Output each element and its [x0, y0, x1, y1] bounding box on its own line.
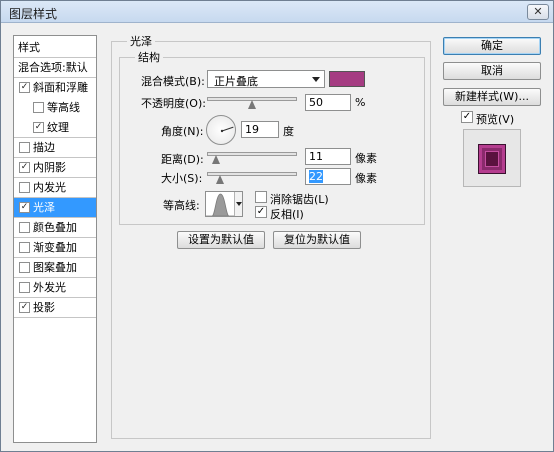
cancel-button[interactable]: 取消 — [443, 62, 541, 80]
satin-group-title: 光泽 — [127, 33, 155, 49]
size-input[interactable]: 22 — [305, 168, 351, 185]
dialog-title: 图层样式 — [9, 7, 58, 21]
angle-dial-graphic — [220, 126, 234, 133]
contour-dropdown-arrow[interactable] — [234, 192, 242, 216]
style-item-inner-shadow[interactable]: ✓ 内阴影 — [14, 158, 96, 177]
color-overlay-label: 颜色叠加 — [33, 221, 77, 234]
style-item-gradient-overlay[interactable]: 渐变叠加 — [14, 238, 96, 257]
style-item-color-overlay[interactable]: 颜色叠加 — [14, 218, 96, 237]
contour-curve-icon — [206, 193, 235, 216]
style-item-satin[interactable]: ✓ 光泽 — [14, 198, 96, 217]
style-preview-thumbnail — [463, 129, 521, 187]
opacity-label: 不透明度(O): — [141, 97, 206, 110]
style-item-contour[interactable]: 等高线 — [14, 98, 96, 117]
drop-shadow-checkbox[interactable]: ✓ — [19, 302, 30, 313]
style-item-drop-shadow[interactable]: ✓ 投影 — [14, 298, 96, 317]
layer-style-dialog: 图层样式 ✕ 样式 混合选项:默认 ✓ 斜面和浮雕 等高线 ✓ 纹理 描边 ✓ … — [0, 0, 554, 452]
structure-group-title: 结构 — [135, 49, 163, 65]
satin-color-swatch[interactable] — [329, 71, 365, 87]
style-item-bevel-emboss[interactable]: ✓ 斜面和浮雕 — [14, 78, 96, 97]
invert-label: 反相(I) — [270, 208, 304, 221]
satin-label: 光泽 — [33, 201, 55, 214]
new-style-button[interactable]: 新建样式(W)... — [443, 88, 541, 106]
style-item-stroke[interactable]: 描边 — [14, 138, 96, 157]
preview-label: 预览(V) — [476, 113, 515, 126]
preview-shape — [478, 144, 506, 174]
style-item-texture[interactable]: ✓ 纹理 — [14, 118, 96, 137]
angle-label: 角度(N): — [161, 125, 204, 138]
angle-input[interactable]: 19 — [241, 121, 279, 138]
gradient-overlay-checkbox[interactable] — [19, 242, 30, 253]
invert-checkbox[interactable]: ✓ — [255, 206, 267, 218]
close-icon: ✕ — [533, 5, 543, 18]
angle-center-dot — [220, 129, 224, 133]
close-button[interactable]: ✕ — [527, 4, 549, 20]
contour-picker[interactable] — [205, 191, 243, 217]
contour-checkbox[interactable] — [33, 102, 44, 113]
chevron-down-icon — [312, 77, 320, 82]
opacity-unit: % — [355, 96, 366, 109]
blend-mode-select[interactable]: 正片叠底 — [207, 70, 325, 88]
style-item-inner-glow[interactable]: 内发光 — [14, 178, 96, 197]
set-default-button[interactable]: 设置为默认值 — [177, 231, 265, 249]
pattern-overlay-label: 图案叠加 — [33, 261, 77, 274]
blend-mode-label: 混合模式(B): — [141, 75, 205, 88]
inner-glow-label: 内发光 — [33, 181, 66, 194]
distance-label: 距离(D): — [161, 153, 204, 166]
blend-options-item[interactable]: 混合选项:默认 — [14, 58, 96, 77]
inner-shadow-checkbox[interactable]: ✓ — [19, 162, 30, 173]
texture-label: 纹理 — [47, 121, 69, 134]
gradient-overlay-label: 渐变叠加 — [33, 241, 77, 254]
contour-label: 等高线 — [47, 101, 80, 114]
color-overlay-checkbox[interactable] — [19, 222, 30, 233]
stroke-label: 描边 — [33, 141, 55, 154]
texture-checkbox[interactable]: ✓ — [33, 122, 44, 133]
blend-options-label: 混合选项:默认 — [18, 61, 88, 74]
blend-mode-value: 正片叠底 — [214, 75, 258, 88]
list-divider — [14, 317, 96, 318]
style-item-outer-glow[interactable]: 外发光 — [14, 278, 96, 297]
title-bar: 图层样式 ✕ — [1, 1, 553, 23]
distance-unit: 像素 — [355, 152, 377, 165]
size-unit: 像素 — [355, 172, 377, 185]
styles-header[interactable]: 样式 — [14, 38, 96, 57]
pattern-overlay-checkbox[interactable] — [19, 262, 30, 273]
style-item-pattern-overlay[interactable]: 图案叠加 — [14, 258, 96, 277]
outer-glow-label: 外发光 — [33, 281, 66, 294]
opacity-slider-thumb[interactable] — [247, 100, 257, 109]
stroke-checkbox[interactable] — [19, 142, 30, 153]
anti-alias-checkbox[interactable] — [255, 191, 267, 203]
inner-shadow-label: 内阴影 — [33, 161, 66, 174]
bevel-emboss-label: 斜面和浮雕 — [33, 81, 88, 94]
outer-glow-checkbox[interactable] — [19, 282, 30, 293]
size-label: 大小(S): — [161, 172, 203, 185]
size-slider-thumb[interactable] — [216, 175, 225, 184]
styles-header-label: 样式 — [18, 41, 40, 54]
inner-glow-checkbox[interactable] — [19, 182, 30, 193]
distance-slider-thumb[interactable] — [212, 155, 221, 164]
anti-alias-label: 消除锯齿(L) — [270, 193, 329, 206]
ok-button[interactable]: 确定 — [443, 37, 541, 55]
drop-shadow-label: 投影 — [33, 301, 55, 314]
angle-dial[interactable] — [206, 115, 236, 145]
reset-default-button[interactable]: 复位为默认值 — [273, 231, 361, 249]
satin-checkbox[interactable]: ✓ — [19, 202, 30, 213]
preview-shape-inner — [485, 151, 499, 167]
bevel-emboss-checkbox[interactable]: ✓ — [19, 82, 30, 93]
preview-checkbox[interactable]: ✓ — [461, 111, 473, 123]
style-list: 样式 混合选项:默认 ✓ 斜面和浮雕 等高线 ✓ 纹理 描边 ✓ 内阴影 内发光… — [13, 35, 97, 443]
distance-input[interactable]: 11 — [305, 148, 351, 165]
opacity-input[interactable]: 50 — [305, 94, 351, 111]
contour-label: 等高线: — [163, 199, 200, 212]
size-input-selected-text: 22 — [309, 170, 323, 183]
angle-unit: 度 — [283, 125, 294, 138]
angle-indicator — [221, 126, 234, 132]
